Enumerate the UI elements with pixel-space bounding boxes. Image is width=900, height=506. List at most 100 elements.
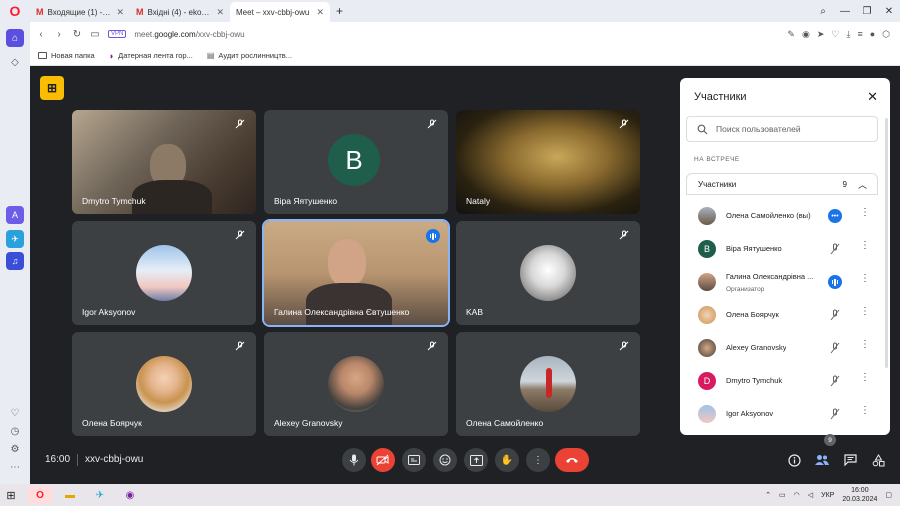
opera-logo-icon[interactable]: O [0, 0, 30, 22]
new-tab-button[interactable]: + [330, 4, 349, 18]
list-item[interactable]: Alexey Granovsky ⋮ [680, 332, 890, 365]
close-icon[interactable]: ✕ [116, 7, 124, 18]
reactions-button[interactable] [433, 448, 457, 472]
menu-icon[interactable]: ≡ [857, 29, 862, 40]
back-icon[interactable]: ‹ [34, 29, 48, 40]
snapshot-icon[interactable]: ◉ [802, 29, 810, 40]
meeting-time: 16:00 [45, 454, 71, 465]
video-tile[interactable]: Nataly [456, 110, 640, 214]
close-icon[interactable]: ✕ [867, 89, 878, 105]
person-head [328, 239, 366, 287]
raise-hand-button[interactable]: ✋ [495, 448, 519, 472]
leave-call-button[interactable] [555, 448, 589, 472]
video-tile[interactable]: В Віра Яятушенко [264, 110, 448, 214]
windows-start-icon[interactable]: ⊞ [0, 484, 22, 506]
notifications-icon[interactable]: ▢ [885, 491, 892, 499]
minimize-icon[interactable]: — [834, 6, 856, 17]
maximize-icon[interactable]: ❐ [856, 6, 878, 17]
mic-off-icon [830, 408, 840, 420]
more-options-icon[interactable]: ⋮ [860, 339, 870, 350]
bookmark-item[interactable]: Новая папка [38, 51, 95, 60]
share-icon[interactable]: ➤ [817, 29, 825, 40]
doc-icon: ▤ [206, 51, 215, 60]
people-button[interactable] [812, 450, 832, 470]
clock-time: 16:00 [851, 487, 869, 494]
participant-name: Igor Aksyonov [82, 307, 136, 317]
aria-icon[interactable]: A [6, 206, 24, 224]
more-options-button[interactable]: ⋮ [526, 448, 550, 472]
reload-icon[interactable]: ↻ [70, 29, 84, 40]
clock[interactable]: 16:00 20.03.2024 [842, 486, 877, 504]
list-item[interactable]: Олена Самойленко (вы) ••• ⋮ [680, 200, 890, 233]
tab-meet[interactable]: ■ Meet – xxv-cbbj-owu ✕ [30, 2, 900, 484]
gmail-icon: M [36, 7, 44, 17]
video-tile[interactable]: Олена Самойленко [456, 332, 640, 436]
language-indicator[interactable]: УКР [821, 492, 834, 499]
tray-expand-icon[interactable]: ⌃ [765, 491, 771, 499]
download-icon[interactable]: ⤓ [846, 29, 850, 40]
close-window-icon[interactable]: ✕ [878, 6, 900, 17]
telegram-taskbar-icon[interactable]: ✈ [88, 486, 112, 504]
more-options-icon[interactable]: ⋮ [860, 405, 870, 416]
network-icon[interactable]: ▭ [779, 491, 786, 499]
wifi-icon[interactable]: ◠ [794, 491, 800, 499]
captions-button[interactable] [402, 448, 426, 472]
file-explorer-icon[interactable]: ▬ [58, 486, 82, 504]
url-field[interactable]: meet.google.com/xxv-cbbj-owu [134, 30, 244, 39]
video-tile[interactable]: Dmytro Tymchuk [72, 110, 256, 214]
video-tile[interactable]: Igor Aksyonov [72, 221, 256, 325]
camera-off-button[interactable] [371, 448, 395, 472]
meeting-info-button[interactable] [784, 450, 804, 470]
heart-icon[interactable]: ♡ [6, 404, 24, 422]
close-icon[interactable]: ✕ [216, 7, 224, 18]
music-icon[interactable]: ♫ [6, 252, 24, 270]
more-options-icon[interactable]: ⋮ [860, 306, 870, 317]
more-options-icon[interactable]: ⋮ [860, 372, 870, 383]
home-icon[interactable]: ⌂ [6, 29, 24, 47]
edit-icon[interactable]: ✎ [787, 29, 795, 40]
heart-icon[interactable]: ♡ [831, 29, 839, 40]
search-tabs-icon[interactable]: ⌕ [812, 6, 834, 17]
opera-taskbar-icon[interactable]: O [28, 486, 52, 504]
chat-button[interactable] [840, 450, 860, 470]
viber-taskbar-icon[interactable]: ◉ [118, 486, 142, 504]
microphone-button[interactable] [342, 448, 366, 472]
history-icon[interactable]: ◷ [6, 422, 24, 440]
list-item[interactable]: D Dmytro Tymchuk ⋮ [680, 365, 890, 398]
tab-gmail-2[interactable]: M Вхідні (4) - ekopasta2020 ✕ [130, 2, 230, 22]
list-item[interactable]: Igor Aksyonov ⋮ [680, 398, 890, 431]
participant-name: Nataly [466, 196, 491, 206]
activities-button[interactable] [868, 450, 888, 470]
search-input[interactable]: Поиск пользователей [686, 116, 878, 142]
video-tile[interactable]: KAB [456, 221, 640, 325]
more-options-icon[interactable]: ⋮ [860, 240, 870, 251]
vpn-badge[interactable]: VPN [108, 30, 127, 38]
avatar: В [328, 134, 380, 186]
video-tile[interactable]: Alexey Granovsky [264, 332, 448, 436]
extensions-icon[interactable]: ⬡ [882, 29, 890, 40]
present-screen-button[interactable] [464, 448, 488, 472]
camera-icon[interactable]: ▭ [88, 29, 102, 40]
settings-icon[interactable]: ⚙ [6, 440, 24, 458]
list-item[interactable]: Олена Боярчук ⋮ [680, 299, 890, 332]
video-tile[interactable]: Олена Боярчук [72, 332, 256, 436]
speed-dial-icon[interactable]: ◇ [6, 53, 24, 71]
volume-icon[interactable]: ◁ [808, 491, 813, 499]
list-item[interactable]: Галина Олександрівна ... Организатор ⋮ [680, 266, 890, 299]
bookmark-item[interactable]: ◗ Датерная лента гор... [109, 51, 193, 61]
telegram-icon[interactable]: ✈ [6, 230, 24, 248]
close-icon[interactable]: ✕ [316, 7, 324, 18]
bookmark-item[interactable]: ▤ Аудит рослинництв... [207, 51, 292, 60]
tab-gmail-1[interactable]: M Входящие (1) - kafbioagro ✕ [30, 2, 130, 22]
video-tile-speaking[interactable]: Галина Олександрівна Євтушенко [262, 219, 450, 327]
more-options-icon[interactable]: ⋮ [860, 273, 870, 284]
chevron-up-icon[interactable]: ︿ [858, 178, 867, 191]
forward-icon[interactable]: › [52, 29, 66, 40]
more-icon[interactable]: ⋯ [6, 458, 24, 476]
participants-group-header[interactable]: Участники 9 ︿ [686, 173, 878, 195]
activities-badge-icon[interactable]: ⊞ [40, 76, 64, 100]
clock-date: 20.03.2024 [842, 496, 878, 503]
profile-icon[interactable]: ● [870, 29, 875, 40]
list-item[interactable]: В Віра Яятушенко ⋮ [680, 233, 890, 266]
more-options-icon[interactable]: ⋮ [860, 207, 870, 218]
